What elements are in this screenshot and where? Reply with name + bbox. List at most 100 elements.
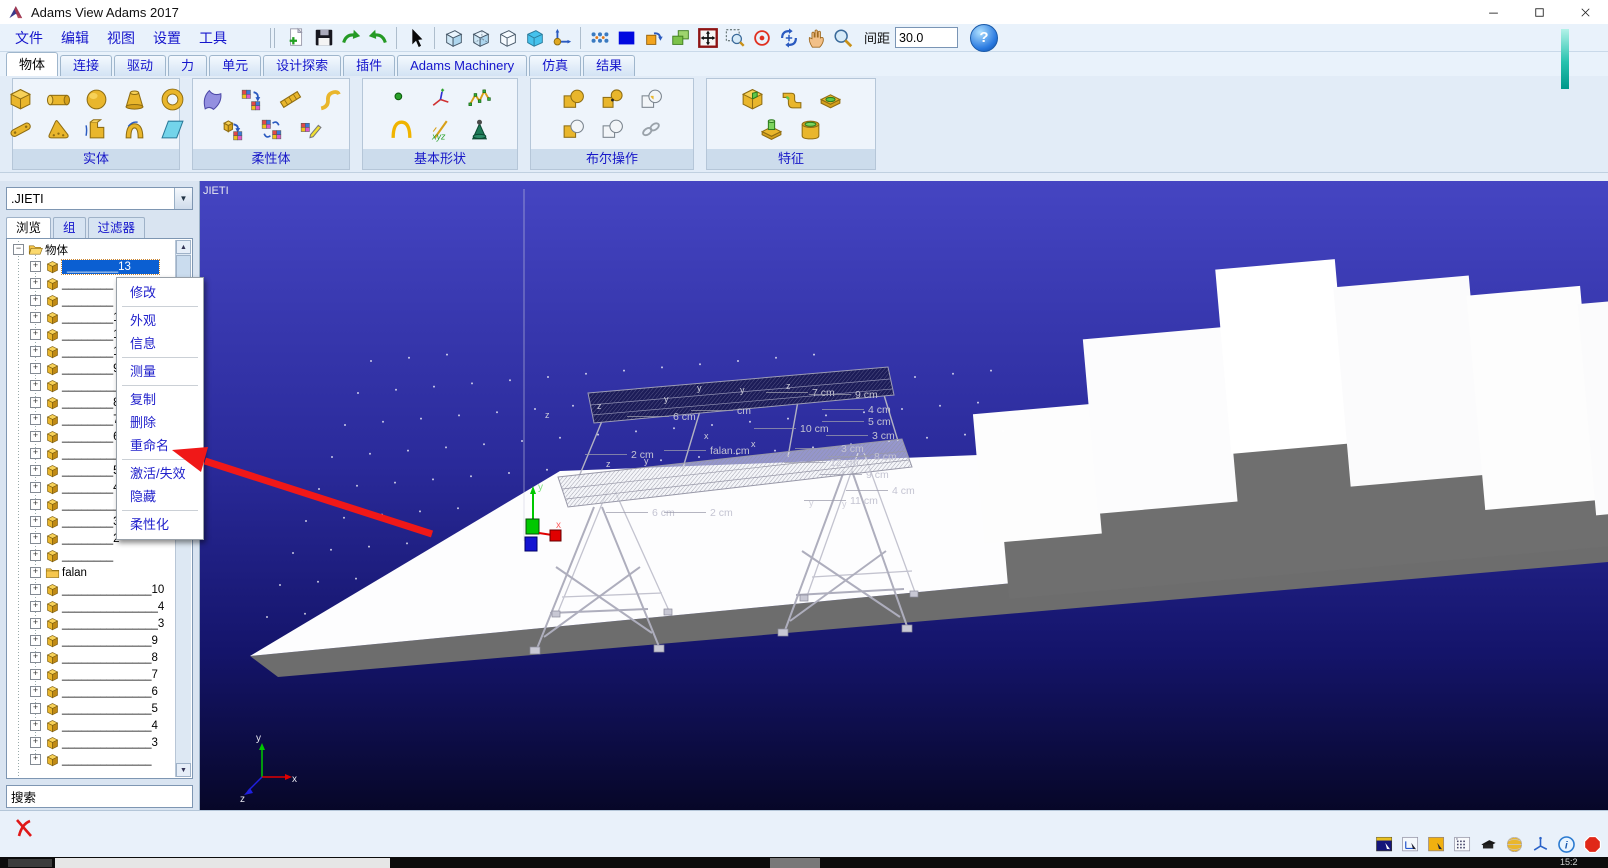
tree-item[interactable]: ______________9 <box>8 632 175 649</box>
stop-button[interactable] <box>1583 835 1602 854</box>
expand-icon[interactable] <box>30 652 41 663</box>
expand-icon[interactable] <box>30 431 41 442</box>
tree-item[interactable]: ______________6 <box>8 683 175 700</box>
plane-button[interactable] <box>160 116 185 142</box>
view-cube-wireframe-button[interactable] <box>440 25 467 51</box>
ribbon-tab-6[interactable]: 设计探索 <box>263 55 342 76</box>
context-menu-item[interactable]: 删除 <box>117 411 203 434</box>
expand-icon[interactable] <box>30 261 41 272</box>
bool-union-button[interactable] <box>560 86 586 112</box>
tree-item[interactable]: ______________3 <box>8 734 175 751</box>
arc-button[interactable] <box>388 116 414 142</box>
ribbon-tab-3[interactable]: 驱动 <box>114 55 167 76</box>
pan-view-button[interactable] <box>802 25 829 51</box>
tree-item[interactable]: ______________5 <box>8 700 175 717</box>
position-axes-button[interactable] <box>548 25 575 51</box>
tree-item[interactable]: ______________4 <box>8 717 175 734</box>
minimize-button[interactable] <box>1470 0 1516 24</box>
boss-button[interactable] <box>759 116 785 142</box>
menu-item-3[interactable]: 视图 <box>98 28 144 48</box>
collapse-icon[interactable] <box>13 244 24 255</box>
viewport-background-button[interactable] <box>1375 835 1394 854</box>
frustum-button[interactable] <box>122 86 147 112</box>
expand-icon[interactable] <box>30 380 41 391</box>
extrusion-button[interactable] <box>84 116 109 142</box>
expand-icon[interactable] <box>30 703 41 714</box>
ribbon-tab-1[interactable]: 物体 <box>6 52 59 76</box>
context-menu-item[interactable]: 信息 <box>117 332 203 355</box>
ribbon-tab-8[interactable]: Adams Machinery <box>397 55 528 76</box>
undo-button[interactable] <box>364 25 391 51</box>
scroll-down-icon[interactable] <box>176 763 191 777</box>
menu-item-2[interactable]: 编辑 <box>52 28 98 48</box>
menu-item-5[interactable]: 工具 <box>190 28 236 48</box>
group-select-button[interactable] <box>667 25 694 51</box>
ribbon-tab-5[interactable]: 单元 <box>209 55 262 76</box>
tree-item[interactable]: falan <box>8 564 175 581</box>
flex-curve-button[interactable] <box>317 86 343 112</box>
expand-icon[interactable] <box>30 312 41 323</box>
move-object-button[interactable] <box>640 25 667 51</box>
expand-icon[interactable] <box>30 686 41 697</box>
tree-root[interactable]: 物体 <box>8 241 175 258</box>
chamfer-button[interactable] <box>739 86 765 112</box>
flex-swap-button[interactable] <box>258 116 284 142</box>
context-menu-item[interactable]: 测量 <box>117 360 203 383</box>
zoom-area-button[interactable] <box>721 25 748 51</box>
plotter-button[interactable] <box>1479 835 1498 854</box>
tree-item[interactable]: _______________4 <box>8 598 175 615</box>
taskbar-app-button[interactable] <box>55 858 390 868</box>
new-model-button[interactable] <box>283 25 310 51</box>
expand-icon[interactable] <box>30 720 41 731</box>
save-database-button[interactable] <box>310 25 337 51</box>
tree-item[interactable]: ________ <box>8 547 175 564</box>
cylinder-button[interactable] <box>46 86 71 112</box>
marker-button[interactable] <box>427 86 453 112</box>
torus-button[interactable] <box>160 86 185 112</box>
panel-tab-1[interactable]: 浏览 <box>6 217 52 238</box>
bool-cut-button[interactable] <box>599 116 625 142</box>
ribbon-tab-7[interactable]: 插件 <box>343 55 396 76</box>
ribbon-tab-10[interactable]: 结果 <box>583 55 636 76</box>
grid-spacing-input[interactable] <box>895 27 959 48</box>
flex-edit-button[interactable] <box>297 116 323 142</box>
tree-item[interactable]: ______________7 <box>8 666 175 683</box>
expand-icon[interactable] <box>30 329 41 340</box>
rotate-view-button[interactable] <box>775 25 802 51</box>
taskbar-item[interactable] <box>770 858 820 868</box>
hollow-button[interactable] <box>798 116 824 142</box>
taskbar[interactable]: 15:2 <box>0 857 1608 868</box>
construction-cone-button[interactable] <box>466 116 492 142</box>
expand-icon[interactable] <box>30 346 41 357</box>
3d-viewport[interactable]: y x y x z 7 cm 9 cm 4 cm 5 cm cm 3 cm 10 cm 6 c… <box>200 181 1608 810</box>
view-cube-shaded-button[interactable] <box>521 25 548 51</box>
box-button[interactable] <box>8 86 33 112</box>
tree-item[interactable]: ______________10 <box>8 581 175 598</box>
bool-merge-button[interactable] <box>599 86 625 112</box>
ribbon-tab-4[interactable]: 力 <box>168 55 208 76</box>
expand-icon[interactable] <box>30 363 41 374</box>
expand-icon[interactable] <box>30 669 41 680</box>
expand-icon[interactable] <box>30 448 41 459</box>
menu-item-1[interactable]: 文件 <box>6 28 52 48</box>
taskbar-start-button[interactable] <box>8 859 52 867</box>
model-selector-dropdown-icon[interactable] <box>174 188 192 209</box>
info-button[interactable]: i <box>1557 835 1576 854</box>
expand-icon[interactable] <box>30 567 41 578</box>
viewport-color-button[interactable] <box>1427 835 1446 854</box>
expand-icon[interactable] <box>30 635 41 646</box>
bool-subtract-button[interactable] <box>560 116 586 142</box>
expand-icon[interactable] <box>30 414 41 425</box>
expand-icon[interactable] <box>30 550 41 561</box>
point-grid-button[interactable] <box>586 25 613 51</box>
expand-icon[interactable] <box>30 533 41 544</box>
maximize-button[interactable] <box>1516 0 1562 24</box>
context-menu-item[interactable]: 隐藏 <box>117 485 203 508</box>
expand-icon[interactable] <box>30 516 41 527</box>
context-menu-item[interactable]: 激活/失效 <box>117 462 203 485</box>
redo-button[interactable] <box>337 25 364 51</box>
sphere-button[interactable] <box>84 86 109 112</box>
point-button[interactable] <box>388 86 414 112</box>
render-globe-button[interactable] <box>1505 835 1524 854</box>
toolbar-grip[interactable] <box>270 27 275 48</box>
